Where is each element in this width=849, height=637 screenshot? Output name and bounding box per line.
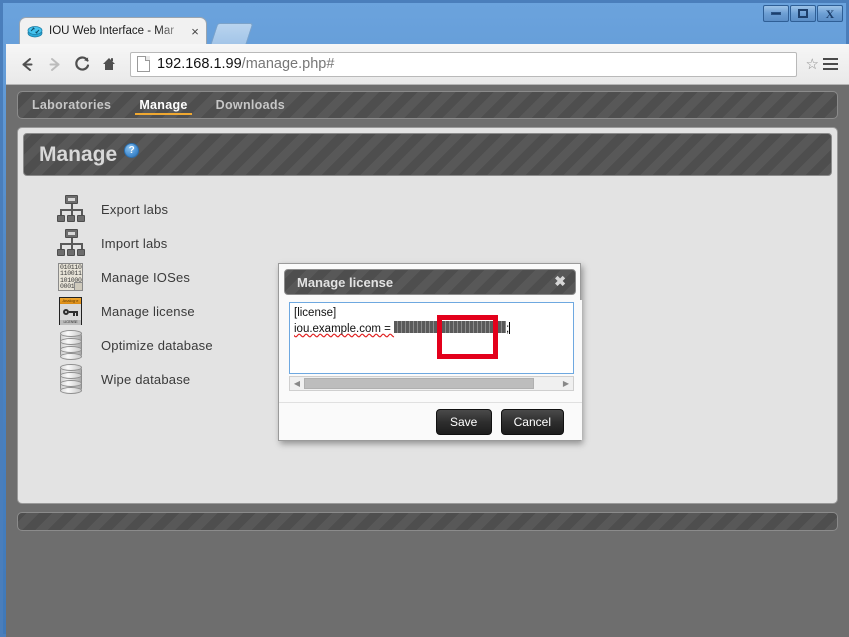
- manage-license-dialog: Manage license ✖ [license] iou.example.co…: [278, 263, 582, 441]
- panel-header: Manage ?: [23, 133, 832, 176]
- reload-button[interactable]: [68, 51, 95, 78]
- tab-close-button[interactable]: ×: [188, 25, 202, 38]
- os-window: X IOU Web Interface - Mar × 192.168.1.99…: [0, 0, 849, 637]
- license-textarea[interactable]: [license] iou.example.com = ;: [289, 302, 574, 374]
- list-item-label: Optimize database: [101, 337, 213, 353]
- dialog-footer: Save Cancel: [279, 402, 582, 440]
- list-item-export-labs[interactable]: Export labs: [56, 192, 476, 226]
- page-viewport: Laboratories Manage Downloads Manage ? E…: [6, 85, 849, 637]
- browser-chrome: IOU Web Interface - Mar × 192.168.1.99/m…: [6, 6, 849, 637]
- database-icon: [56, 330, 86, 360]
- url-text: 192.168.1.99/manage.php#: [157, 56, 334, 72]
- home-button[interactable]: [95, 51, 122, 78]
- nav-item-downloads[interactable]: Downloads: [202, 92, 299, 118]
- tab-strip: IOU Web Interface - Mar ×: [6, 15, 849, 44]
- key-icon: [63, 309, 78, 316]
- browser-toolbar: 192.168.1.99/manage.php# ☆: [6, 44, 849, 85]
- binary-document-icon-body: 010110 110011 101000 0001: [58, 263, 83, 291]
- dialog-title: Manage license: [297, 274, 394, 290]
- list-item-label: Import labs: [101, 235, 168, 251]
- list-item-label: Export labs: [101, 201, 169, 217]
- scroll-left-arrow-icon[interactable]: ◀: [290, 377, 304, 390]
- nav-item-manage[interactable]: Manage: [125, 92, 201, 118]
- page-footer-bar: [17, 512, 838, 531]
- tab-title: IOU Web Interface - Mar: [49, 25, 175, 37]
- org-chart-icon: [56, 194, 86, 224]
- scroll-right-arrow-icon[interactable]: ▶: [559, 377, 573, 390]
- database-icon: [56, 364, 86, 394]
- cancel-button[interactable]: Cancel: [500, 408, 564, 435]
- back-button[interactable]: [14, 51, 41, 78]
- close-icon[interactable]: ✖: [554, 274, 566, 288]
- license-line-2-prefix: iou.example.com =: [294, 323, 395, 335]
- license-card-icon: Analog·e LICENSE: [56, 296, 86, 326]
- list-item-import-labs[interactable]: Import labs: [56, 226, 476, 260]
- binary-document-icon: 010110 110011 101000 0001: [56, 262, 86, 292]
- org-chart-icon: [56, 228, 86, 258]
- url-path: /manage.php#: [241, 56, 335, 72]
- page-document-icon: [137, 56, 150, 72]
- list-item-label: Manage license: [101, 303, 195, 319]
- redacted-license-key: [394, 321, 507, 337]
- dialog-body: [license] iou.example.com = ; ◀ ▶: [279, 300, 582, 404]
- text-caret: [509, 322, 511, 334]
- save-button[interactable]: Save: [435, 408, 492, 435]
- list-item-label: Manage IOSes: [101, 269, 191, 285]
- site-navigation: Laboratories Manage Downloads: [17, 91, 838, 119]
- license-icon-foot: LICENSE: [60, 320, 81, 325]
- url-host: 192.168.1.99: [157, 56, 242, 72]
- scrollbar-thumb[interactable]: [304, 378, 534, 389]
- dialog-header: Manage license ✖: [284, 269, 576, 295]
- browser-menu-icon[interactable]: [819, 51, 841, 78]
- horizontal-scrollbar[interactable]: ◀ ▶: [289, 376, 574, 391]
- router-icon: [27, 23, 43, 39]
- bookmark-star-icon[interactable]: ☆: [803, 56, 819, 72]
- address-bar[interactable]: 192.168.1.99/manage.php#: [130, 51, 797, 77]
- license-line-1: [license]: [294, 307, 337, 319]
- nav-item-laboratories[interactable]: Laboratories: [18, 92, 125, 118]
- new-tab-button[interactable]: [210, 23, 254, 44]
- help-icon[interactable]: ?: [124, 143, 140, 158]
- page-title: Manage: [39, 142, 118, 166]
- browser-tab[interactable]: IOU Web Interface - Mar ×: [19, 17, 207, 44]
- list-item-label: Wipe database: [101, 371, 191, 387]
- forward-button[interactable]: [41, 51, 68, 78]
- scrollbar-track[interactable]: [304, 377, 559, 390]
